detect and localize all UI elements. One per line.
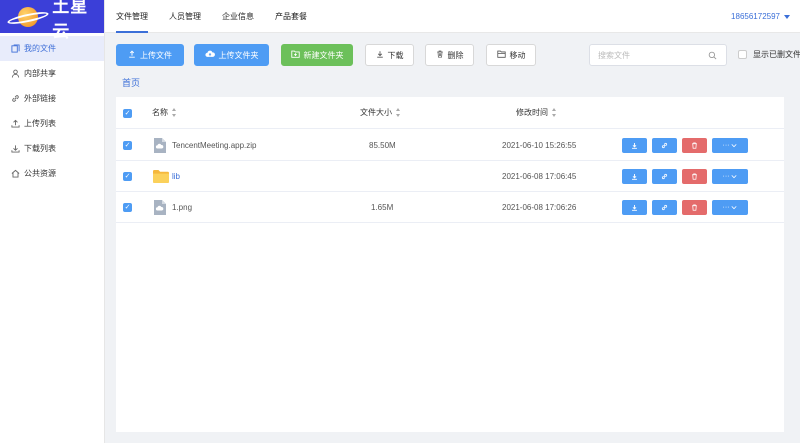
top-header: 文件管理 人员管理 企业信息 产品套餐 18656172597	[105, 0, 800, 33]
row-checkbox[interactable]: ✓	[123, 141, 132, 150]
sidebar-nav: 我的文件 内部共享 外部链接 上传列表 下载列表 公共资源	[0, 33, 104, 186]
brand-name: 土星云	[52, 0, 89, 42]
move-button[interactable]: 移动	[486, 44, 536, 66]
caret-down-icon	[784, 14, 790, 19]
download-icon	[10, 144, 20, 154]
sidebar-item-internal-share[interactable]: 内部共享	[0, 61, 104, 86]
download-icon	[376, 50, 384, 60]
search-input[interactable]	[590, 45, 700, 65]
column-modified-header[interactable]: 修改时间	[516, 97, 557, 129]
row-checkbox[interactable]: ✓	[123, 172, 132, 181]
file-name[interactable]: lib	[172, 161, 180, 192]
sidebar-item-label: 下载列表	[24, 144, 56, 153]
table-row[interactable]: ✓ lib 2021-06-08 17:06:45 ···	[116, 161, 784, 192]
files-icon	[10, 44, 20, 54]
cloud-upload-icon	[204, 50, 215, 60]
sidebar-item-label: 上传列表	[24, 119, 56, 128]
sidebar-item-label: 公共资源	[24, 169, 56, 178]
link-icon	[10, 94, 20, 104]
home-icon	[10, 169, 20, 179]
user-menu[interactable]: 18656172597	[731, 0, 790, 33]
folder-open-icon	[496, 50, 506, 60]
new-folder-label: 新建文件夹	[303, 50, 344, 60]
sort-icon	[396, 108, 401, 118]
file-modified: 2021-06-08 17:06:45	[502, 172, 577, 181]
sort-icon	[172, 108, 177, 118]
user-phone: 18656172597	[731, 12, 780, 21]
sidebar: 土星云 我的文件 内部共享 外部链接 上传列表 下载列表 公共资源	[0, 0, 105, 443]
trash-icon	[436, 50, 444, 60]
table-row[interactable]: ✓ 1.png 1.65M 2021-06-08 17:06:26 ···	[116, 192, 784, 223]
file-name[interactable]: 1.png	[172, 192, 192, 223]
table-row[interactable]: ✓ TencentMeeting.app.zip 85.50M 2021-06-…	[116, 130, 784, 161]
table-header: ✓ 名称 文件大小 修改时间	[116, 97, 784, 129]
new-folder-button[interactable]: 新建文件夹	[281, 44, 353, 66]
move-label: 移动	[509, 50, 526, 60]
user-icon	[10, 69, 20, 79]
column-size-header[interactable]: 文件大小	[360, 97, 401, 129]
file-size: 1.65M	[371, 203, 394, 212]
tab-enterprise-info[interactable]: 企业信息	[222, 0, 254, 33]
sidebar-item-label: 我的文件	[24, 44, 56, 53]
image-file-icon	[154, 200, 166, 215]
row-share-link-button[interactable]	[652, 138, 677, 153]
row-delete-button[interactable]	[682, 200, 707, 215]
file-table: ✓ 名称 文件大小 修改时间 ✓ TencentMeeting.app.zip …	[116, 97, 784, 432]
row-more-button[interactable]: ···	[712, 169, 748, 184]
row-delete-button[interactable]	[682, 138, 707, 153]
folder-add-icon	[290, 50, 300, 60]
sidebar-item-upload-list[interactable]: 上传列表	[0, 111, 104, 136]
show-deleted-checkbox[interactable]	[738, 50, 747, 59]
row-download-button[interactable]	[622, 200, 647, 215]
sidebar-item-download-list[interactable]: 下载列表	[0, 136, 104, 161]
column-modified-label: 修改时间	[516, 108, 548, 117]
sidebar-item-external-link[interactable]: 外部链接	[0, 86, 104, 111]
column-name-header[interactable]: 名称	[152, 97, 177, 129]
show-deleted-toggle[interactable]: 显示已删文件	[738, 49, 800, 60]
search-icon[interactable]	[698, 45, 726, 65]
delete-label: 删除	[447, 50, 464, 60]
upload-file-button[interactable]: 上传文件	[116, 44, 184, 66]
file-name[interactable]: TencentMeeting.app.zip	[172, 130, 257, 161]
row-delete-button[interactable]	[682, 169, 707, 184]
row-share-link-button[interactable]	[652, 200, 677, 215]
tab-product-plans[interactable]: 产品套餐	[275, 0, 307, 33]
upload-icon	[10, 119, 20, 129]
download-button[interactable]: 下载	[365, 44, 414, 66]
row-share-link-button[interactable]	[652, 169, 677, 184]
file-modified: 2021-06-10 15:26:55	[502, 141, 577, 150]
column-size-label: 文件大小	[360, 108, 392, 117]
row-more-button[interactable]: ···	[712, 200, 748, 215]
sidebar-item-label: 外部链接	[24, 94, 56, 103]
file-modified: 2021-06-08 17:06:26	[502, 203, 577, 212]
file-icon	[154, 138, 166, 153]
upload-icon	[128, 50, 136, 60]
breadcrumb[interactable]: 首页	[122, 76, 140, 89]
row-download-button[interactable]	[622, 169, 647, 184]
column-name-label: 名称	[152, 108, 168, 117]
search-box	[589, 44, 727, 66]
sort-icon	[552, 108, 557, 118]
select-all-checkbox[interactable]: ✓	[123, 109, 132, 118]
row-download-button[interactable]	[622, 138, 647, 153]
upload-folder-button[interactable]: 上传文件夹	[194, 44, 269, 66]
row-checkbox[interactable]: ✓	[123, 203, 132, 212]
delete-button[interactable]: 删除	[425, 44, 474, 66]
upload-file-label: 上传文件	[140, 50, 172, 60]
logo[interactable]: 土星云	[0, 0, 104, 42]
tab-staff-management[interactable]: 人员管理	[169, 0, 201, 33]
file-size: 85.50M	[369, 141, 396, 150]
upload-folder-label: 上传文件夹	[218, 50, 259, 60]
show-deleted-label: 显示已删文件	[753, 50, 800, 59]
sidebar-item-label: 内部共享	[24, 69, 56, 78]
saturn-logo-icon	[6, 6, 50, 28]
download-label: 下载	[387, 50, 404, 60]
sidebar-item-public-resources[interactable]: 公共资源	[0, 161, 104, 186]
row-more-button[interactable]: ···	[712, 138, 748, 153]
tab-file-management[interactable]: 文件管理	[116, 0, 148, 33]
folder-icon	[153, 170, 169, 183]
